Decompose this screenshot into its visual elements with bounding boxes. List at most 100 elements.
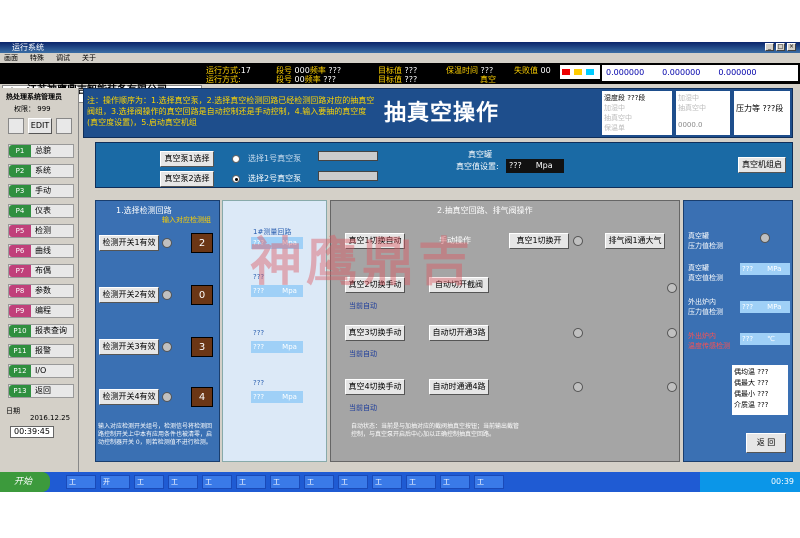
taskbar-item[interactable]: 工: [406, 475, 436, 489]
status-row: 江苏神鹰鼎吉智能装备有限公司 运行方式:17 运行方式: 段号 000频率 ??…: [0, 63, 800, 103]
temperature-summary: 偶均温 ??? 偶最大 ??? 偶最小 ??? 介质温 ???: [732, 365, 788, 415]
pump-select-panel: 真空泵1选择 真空泵2选择 选择1号真空泵 选择2号真空泵 真空罐 真空值设置:…: [95, 142, 793, 188]
vacuum3-indicator-b: [667, 328, 677, 338]
date-value: 2016.12.25: [30, 414, 71, 422]
start-button[interactable]: 开始: [0, 472, 50, 492]
detect-3-value[interactable]: 3: [191, 337, 213, 357]
detect-1-value[interactable]: 2: [191, 233, 213, 253]
bottom-note: 输入对应检测开关组号，检测信号将检测回路控制开关上中本有应用条件也被清零，启动控…: [98, 423, 213, 446]
nav-p12[interactable]: P12 I/O: [8, 364, 74, 378]
sidebar: 热处理系统管理员 权限： 999 EDIT P1 总貌 P2 系统 P3 手动 P4 仪…: [2, 88, 79, 472]
minimize-icon[interactable]: _: [765, 43, 774, 51]
back-button[interactable]: 返 回: [746, 433, 786, 453]
taskbar-item[interactable]: 工: [474, 475, 504, 489]
status-check-panel: 真空罐 压力值检测 真空罐 真空值检测 ??? MPa 外出炉内 压力值检测 ??…: [683, 200, 793, 462]
menu-item-about[interactable]: 关于: [82, 54, 96, 62]
measure-3-value: ??? Mpa: [251, 341, 303, 353]
nav-p3[interactable]: P3 手动: [8, 184, 74, 198]
detect-switch-2-button[interactable]: 检测开关2有效: [99, 287, 159, 303]
vacuum3-indicator: [573, 328, 583, 338]
nav-p13[interactable]: P13 返回: [8, 384, 74, 398]
detect-3-indicator: [162, 342, 172, 352]
detect-switch-1-button[interactable]: 检测开关1有效: [99, 235, 159, 251]
title-bar: 运行系统 _ □ ×: [0, 42, 800, 53]
nav-p2[interactable]: P2 系统: [8, 164, 74, 178]
nav-p5[interactable]: P5 检测: [8, 224, 74, 238]
operation-notice: 注：操作顺序为：1.选择真空泵，2.选择真空检测回路已经检测回路对应的抽真空阀组…: [87, 96, 375, 127]
pump2-select-button[interactable]: 真空泵2选择: [160, 171, 214, 187]
taskbar-item[interactable]: 工: [372, 475, 402, 489]
taskbar-item[interactable]: 工: [338, 475, 368, 489]
vacuum4-auto-button[interactable]: 自动时通通4路: [429, 379, 489, 395]
status-box-2: 加湿中 抽真空中 0000.0: [676, 91, 730, 135]
vacuum4-manual-button[interactable]: 真空4切换手动: [345, 379, 405, 395]
taskbar-item[interactable]: 开: [100, 475, 130, 489]
nav-p10[interactable]: P10 报表查询: [8, 324, 74, 338]
pump1-select-button[interactable]: 真空泵1选择: [160, 151, 214, 167]
status-color-indicator: [560, 65, 600, 79]
menu-bar: 画面 特殊 调试 关于: [0, 53, 800, 63]
counter-display: 0.000000 0.000000 0.000000: [602, 65, 798, 81]
exit-icon[interactable]: [56, 118, 72, 134]
vacuum-loop-title: 2.抽真空回路、排气阀操作: [437, 206, 533, 215]
nav-p1[interactable]: P1 总貌: [8, 144, 74, 158]
watermark: 神鹰鼎吉: [250, 233, 475, 293]
pump1-radio[interactable]: [232, 155, 240, 163]
taskbar-item[interactable]: 工: [304, 475, 334, 489]
vacuum3-auto-button[interactable]: 自动切开通3路: [429, 325, 489, 341]
taskbar-item[interactable]: 工: [134, 475, 164, 489]
vacuum-machine-start-button[interactable]: 真空机组启: [738, 157, 786, 173]
vacuum-set-input[interactable]: ??? Mpa: [506, 159, 564, 173]
detect-loop-panel: 1.选择检测回路 输入对应检测组 检测开关1有效 2 检测开关2有效 0 检测开…: [95, 200, 220, 462]
furnace-temp-label: 外出炉内 温度传感检测: [688, 332, 730, 350]
nav-p6[interactable]: P6 曲线: [8, 244, 74, 258]
pump1-label: 选择1号真空泵: [248, 154, 302, 163]
vacuum2-status: 当前自动: [349, 302, 377, 310]
taskbar-item[interactable]: 工: [202, 475, 232, 489]
exhaust-valve-button[interactable]: 排气阀1通大气: [605, 233, 665, 249]
auto-state-note: 自动状态：当前是与加抽对应的截阀抽真空按钮；当前输出截管控制，与真空泵开启后中心…: [351, 423, 520, 438]
vacuum3-manual-button[interactable]: 真空3切换手动: [345, 325, 405, 341]
status-box-3: 压力等 ???段: [734, 91, 790, 135]
app-window: 运行系统 _□× 画面 特殊 调试 关于 江苏神鹰鼎吉智能装备有限公司 运行方式:17…: [0, 42, 800, 472]
user-icon[interactable]: [8, 118, 24, 134]
vacuum1-indicator: [573, 236, 583, 246]
measure-4-label: ???: [253, 379, 265, 387]
taskbar-item[interactable]: 工: [440, 475, 470, 489]
taskbar-item[interactable]: 工: [236, 475, 266, 489]
nav-p8[interactable]: P8 参数: [8, 284, 74, 298]
detect-4-value[interactable]: 4: [191, 387, 213, 407]
taskbar-item[interactable]: 工: [270, 475, 300, 489]
pump2-label: 选择2号真空泵: [248, 174, 302, 183]
taskbar-item[interactable]: 工: [66, 475, 96, 489]
vacuum-tank-label: 真空罐: [468, 150, 492, 159]
edit-button[interactable]: EDIT: [28, 118, 52, 134]
nav-p9[interactable]: P9 编程: [8, 304, 74, 318]
status-fail: 失败值 00: [514, 66, 551, 75]
measure-3-label: ???: [253, 329, 265, 337]
vacuum1-open-button[interactable]: 真空1切换开: [509, 233, 569, 249]
measure-4-value: ??? Mpa: [251, 391, 303, 403]
page-title: 抽真空操作: [384, 101, 500, 126]
menu-item-special[interactable]: 特殊: [30, 54, 44, 62]
detect-switch-3-button[interactable]: 检测开关3有效: [99, 339, 159, 355]
nav-p7[interactable]: P7 布偶: [8, 264, 74, 278]
date-label: 日期: [6, 407, 20, 415]
status-seg-2: 段号 00频率 ???: [276, 75, 337, 84]
detect-2-value[interactable]: 0: [191, 285, 213, 305]
window-controls: _ □ ×: [765, 43, 796, 51]
taskbar-item[interactable]: 工: [168, 475, 198, 489]
nav-p11[interactable]: P11 报警: [8, 344, 74, 358]
furnace-pressure-label: 外出炉内 压力值检测: [688, 298, 723, 316]
vacuum4-indicator: [573, 382, 583, 392]
menu-item-screen[interactable]: 画面: [4, 54, 18, 62]
furnace-pressure-value: ??? MPa: [740, 301, 790, 313]
system-clock: 00:39: [700, 472, 800, 492]
main-header: 注：操作顺序为：1.选择真空泵，2.选择真空检测回路已经检测回路对应的抽真空阀组…: [83, 88, 793, 138]
close-icon[interactable]: ×: [787, 43, 796, 51]
menu-item-debug[interactable]: 调试: [56, 54, 70, 62]
nav-p4[interactable]: P4 仪表: [8, 204, 74, 218]
pump2-radio[interactable]: [232, 175, 240, 183]
maximize-icon[interactable]: □: [776, 43, 785, 51]
detect-switch-4-button[interactable]: 检测开关4有效: [99, 389, 159, 405]
